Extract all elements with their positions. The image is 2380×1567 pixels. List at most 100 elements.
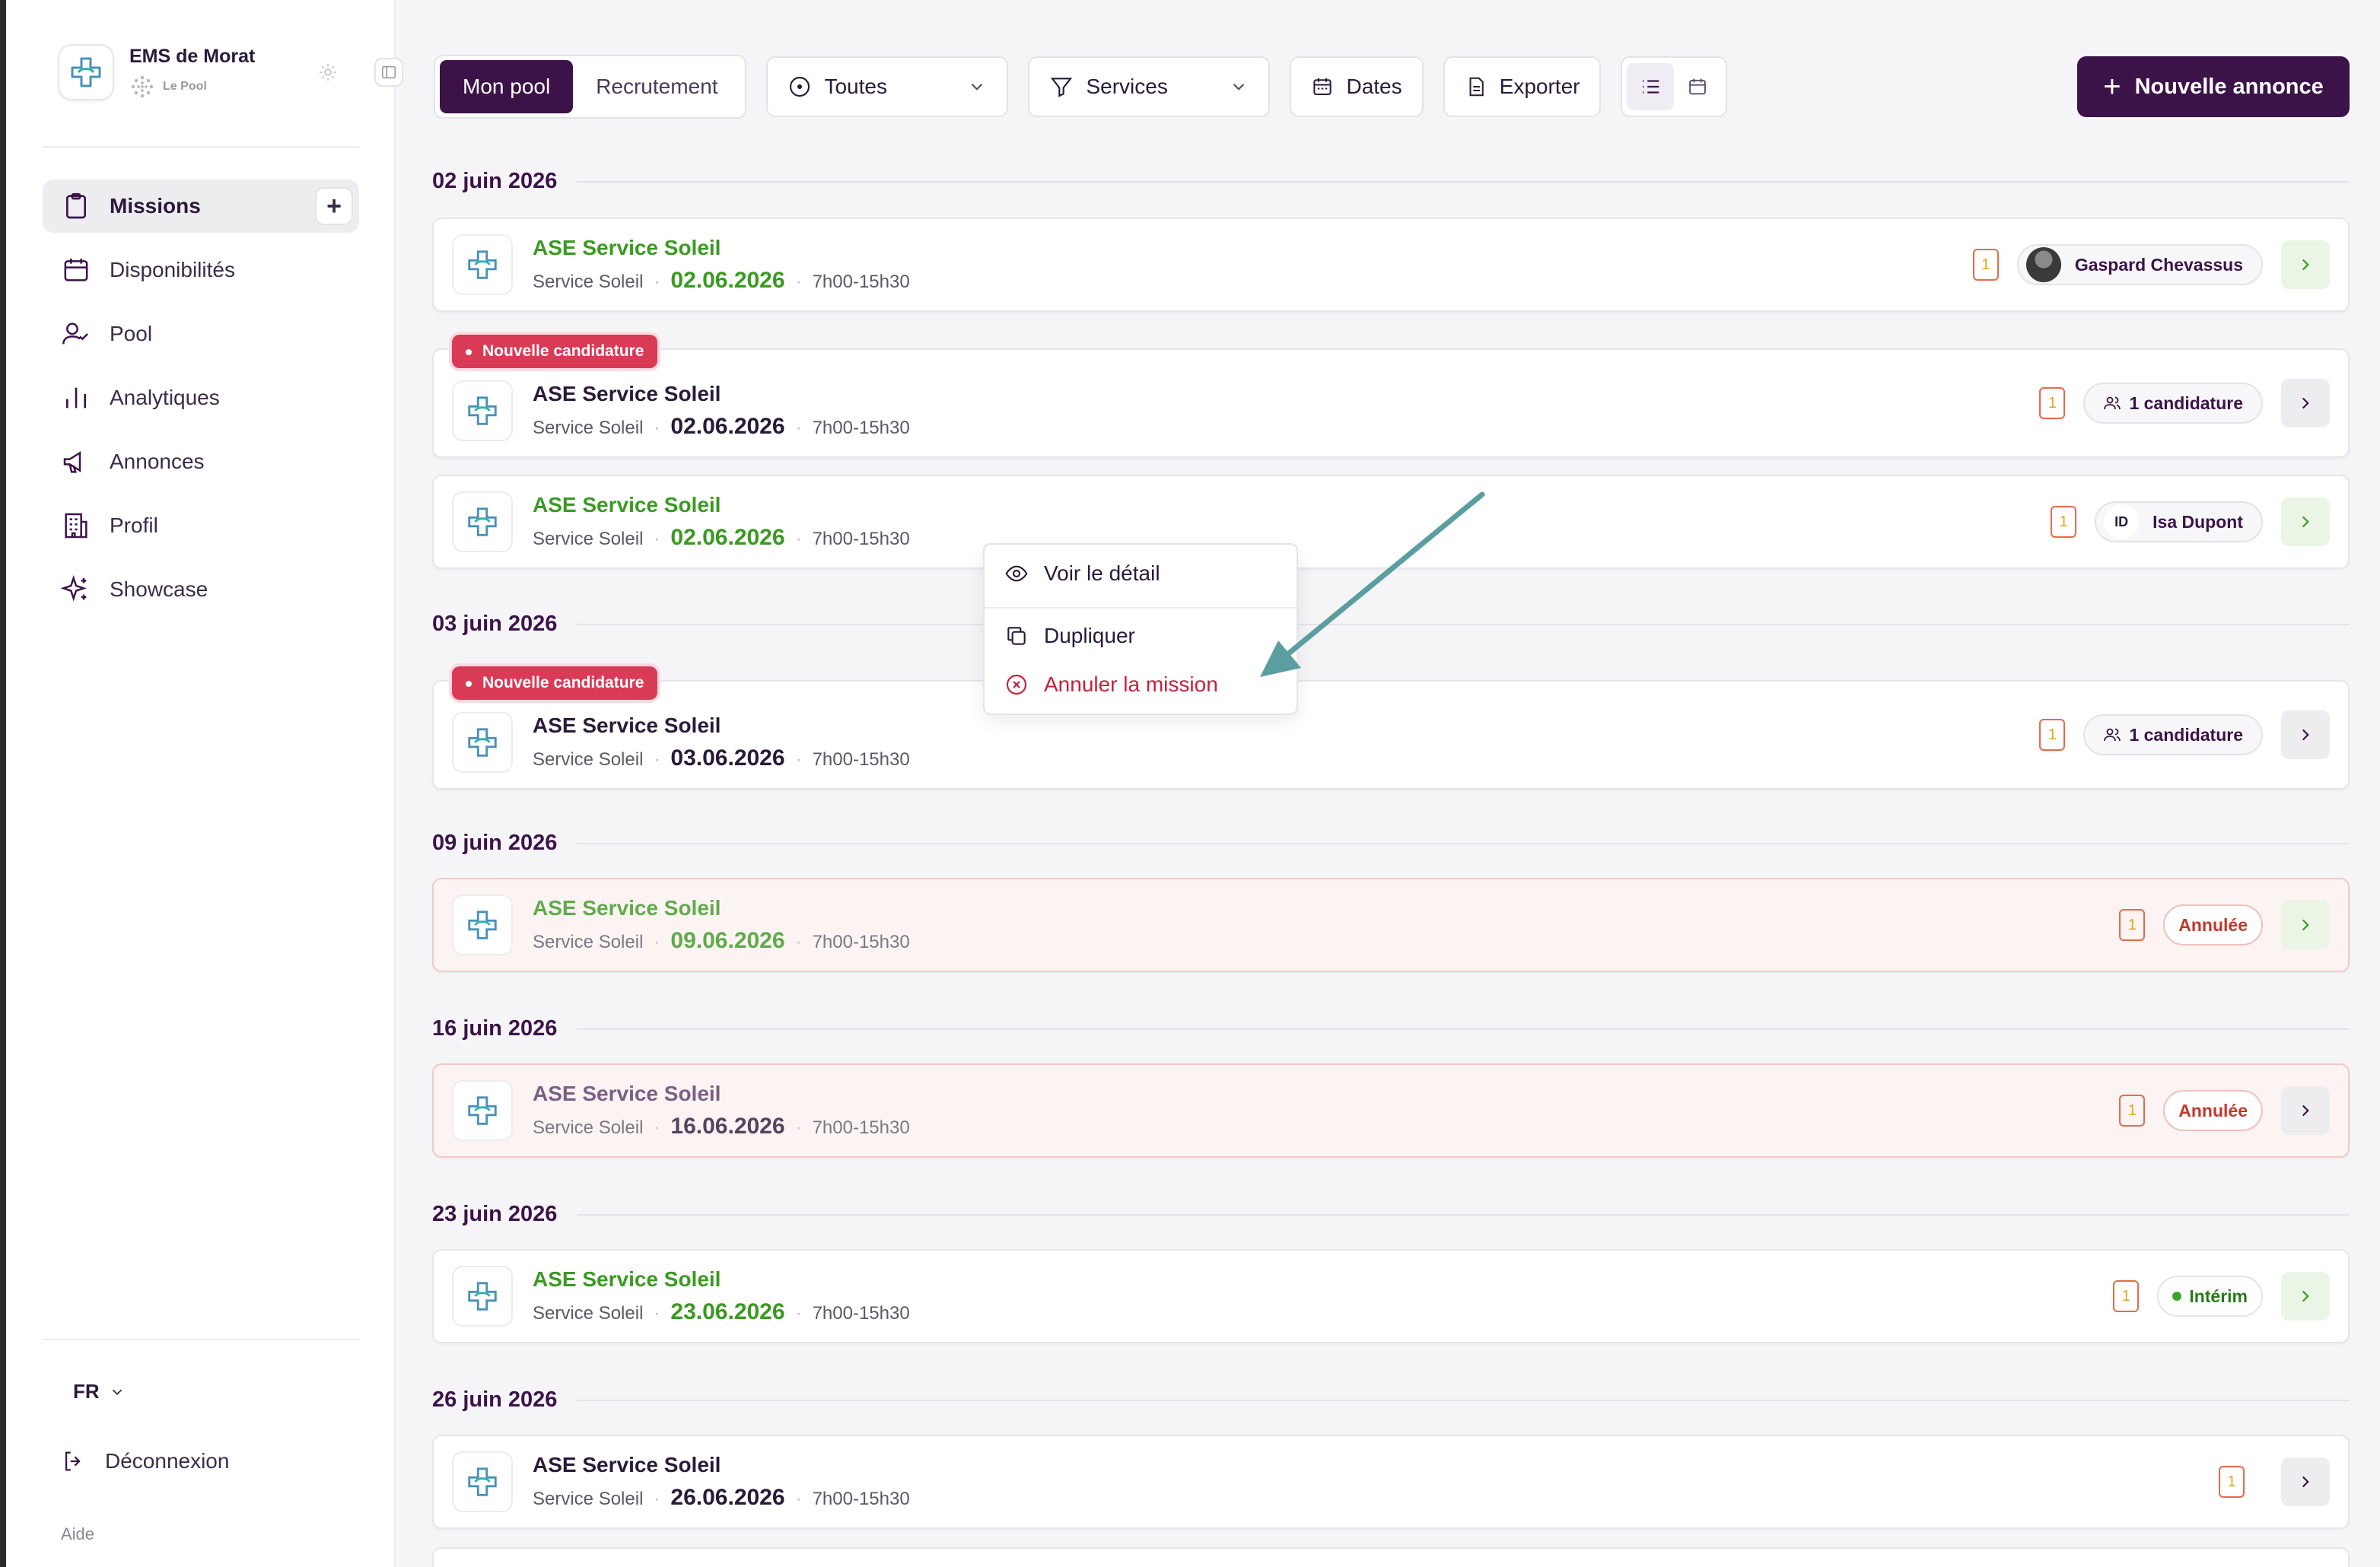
mission-context-menu: Voir le détail Dupliquer Annuler la miss… (983, 543, 1298, 715)
sidebar-item-disponibilites[interactable]: Disponibilités (43, 243, 359, 297)
mission-date: 02.06.2026 (670, 268, 785, 293)
applications-count: 1 candidature (2129, 393, 2243, 413)
mission-card[interactable]: ASE Service Soleil Service Soleil · 16.06.… (432, 1063, 2350, 1158)
mission-time: 7h00-15h30 (812, 749, 910, 770)
applications-pill[interactable]: 1 candidature (2083, 383, 2263, 424)
mission-card[interactable]: ASE Service Soleil Service Soleil · 09.06.… (432, 878, 2350, 972)
day-label: 23 juin 2026 (432, 1202, 558, 1226)
open-mission-button[interactable] (2281, 1457, 2330, 1506)
sidebar-item-label: Analytiques (110, 386, 220, 409)
mission-logo-icon (452, 895, 513, 955)
calendar-icon (64, 259, 88, 281)
menu-item-duplicate[interactable]: Dupliquer (1004, 624, 1135, 648)
mission-card[interactable]: Nouvelle candidature ASE Service Soleil … (432, 335, 2350, 458)
calendar-view-button[interactable] (1674, 63, 1721, 110)
separator-dot: · (795, 1489, 802, 1509)
mission-card[interactable]: Nouvelle candidature ASE Service Soleil … (432, 666, 2350, 790)
mission-card[interactable]: ASE Service Soleil Service Soleil · 23.06.… (432, 1249, 2350, 1343)
separator-dot: · (654, 529, 660, 549)
slot-count: 1 (2219, 1466, 2245, 1498)
filter-icon (1051, 78, 1073, 97)
slot-count: 1 (2051, 506, 2077, 538)
tab-mon-pool[interactable]: Mon pool (440, 60, 574, 113)
new-application-badge: Nouvelle candidature (452, 335, 658, 368)
menu-item-cancel-mission[interactable]: Annuler la mission (1004, 672, 1218, 697)
mission-date: 09.06.2026 (670, 928, 785, 953)
sidebar-item-annonces[interactable]: Annonces (43, 435, 359, 488)
slot-count: 1 (1972, 249, 1999, 281)
sidebar-item-label: Annonces (110, 450, 205, 473)
day-divider (577, 1213, 2350, 1216)
chevron-right-icon (2302, 516, 2309, 528)
sidebar-item-missions[interactable]: Missions + (43, 180, 359, 233)
mission-service: Service Soleil (533, 749, 644, 770)
separator-dot: · (654, 272, 660, 292)
open-mission-button[interactable] (2281, 497, 2330, 546)
day-divider (577, 1399, 2350, 1401)
gear-icon[interactable] (318, 62, 338, 82)
calendar-icon (1689, 78, 1707, 95)
mission-status: 1 ID Isa Dupont (2051, 497, 2330, 546)
mission-status: 1 1 candidature (2039, 710, 2330, 759)
mission-logo-icon (452, 1080, 513, 1141)
assigned-person-pill[interactable]: ID Isa Dupont (2095, 501, 2263, 542)
services-filter-select[interactable]: Services (1028, 56, 1271, 117)
language-select[interactable]: FR (73, 1380, 126, 1403)
sidebar-item-profil[interactable]: Profil (43, 499, 359, 552)
file-icon (1469, 77, 1484, 97)
open-mission-button[interactable] (2281, 1086, 2330, 1135)
help-link[interactable]: Aide (61, 1524, 94, 1544)
mission-time: 7h00-15h30 (812, 418, 910, 438)
assigned-person-pill[interactable]: Gaspard Chevassus (2016, 244, 2263, 285)
add-mission-button[interactable]: + (315, 187, 353, 225)
new-announcement-button[interactable]: + Nouvelle annonce (2077, 56, 2350, 117)
sidebar-item-showcase[interactable]: Showcase (43, 563, 359, 616)
separator-dot: · (795, 529, 802, 549)
mission-status: 1 1 candidature (2039, 379, 2330, 428)
dates-filter-button[interactable]: Dates (1290, 56, 1424, 117)
export-button[interactable]: Exporter (1443, 56, 1602, 117)
mission-card[interactable] (432, 1547, 2350, 1567)
mission-meta: Service Soleil · 02.06.2026 · 7h00-15h30 (533, 525, 910, 551)
status-filter-select[interactable]: Toutes (766, 56, 1009, 117)
mission-meta: Service Soleil · 23.06.2026 · 7h00-15h30 (533, 1299, 910, 1325)
assigned-person-name: Gaspard Chevassus (2074, 254, 2243, 275)
sidebar-item-pool[interactable]: Pool (43, 307, 359, 361)
mission-meta: Service Soleil · 16.06.2026 · 7h00-15h30 (533, 1114, 910, 1139)
mission-card[interactable]: ASE Service Soleil Service Soleil · 02.06.… (432, 475, 2350, 569)
day-label: 03 juin 2026 (432, 612, 558, 636)
mission-title: ASE Service Soleil (533, 714, 721, 737)
open-mission-button[interactable] (2281, 901, 2330, 949)
brand-sub-label: Le Pool (163, 79, 207, 93)
clock-icon (790, 76, 810, 97)
logout-link[interactable]: Déconnexion (61, 1448, 229, 1474)
menu-item-label: Dupliquer (1044, 624, 1135, 647)
open-mission-button[interactable] (2281, 710, 2330, 759)
copy-icon (1007, 627, 1026, 645)
mission-time: 7h00-15h30 (812, 272, 910, 292)
brand[interactable]: EMS de Morat Le Pool (58, 44, 255, 100)
day-header: 09 juin 2026 (432, 831, 2350, 856)
separator-dot: · (654, 1489, 660, 1509)
mission-title: ASE Service Soleil (533, 493, 721, 517)
menu-item-view-detail[interactable]: Voir le détail (1004, 561, 1160, 586)
sidebar-item-analytiques[interactable]: Analytiques (43, 371, 359, 424)
day-divider (577, 1028, 2350, 1030)
sidebar-collapse-button[interactable] (374, 58, 403, 87)
separator-dot: · (795, 1303, 802, 1324)
mission-card[interactable]: ASE Service Soleil Service Soleil · 02.06.… (432, 218, 2350, 312)
chevron-down-icon (1233, 83, 1245, 91)
mission-logo-icon (452, 1451, 513, 1512)
tab-recrutement[interactable]: Recrutement (573, 60, 740, 113)
open-mission-button[interactable] (2281, 379, 2330, 428)
mission-time: 7h00-15h30 (812, 932, 910, 952)
list-view-button[interactable] (1627, 63, 1675, 110)
mission-card[interactable]: ASE Service Soleil Service Soleil · 26.06.… (432, 1435, 2350, 1529)
applications-pill[interactable]: 1 candidature (2083, 714, 2263, 755)
open-mission-button[interactable] (2281, 1272, 2330, 1321)
separator-dot: · (654, 1117, 660, 1138)
open-mission-button[interactable] (2281, 240, 2330, 289)
mission-status: 1 Annulée (2119, 901, 2330, 949)
sidebar-item-label: Pool (110, 322, 153, 345)
chevron-down-icon (972, 83, 983, 91)
